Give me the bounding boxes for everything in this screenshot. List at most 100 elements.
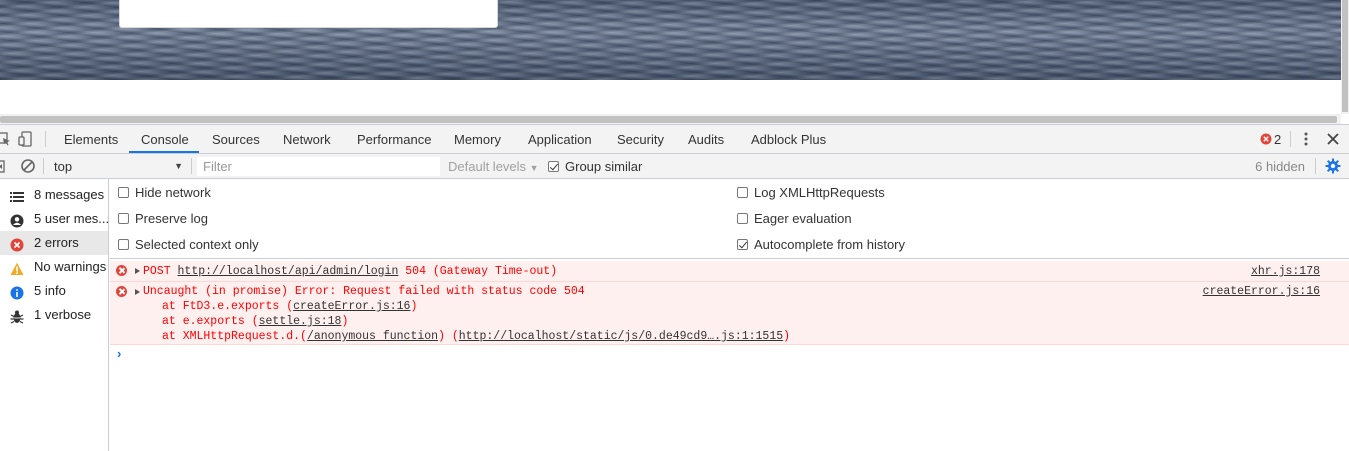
tab-performance[interactable]: Performance <box>357 125 431 154</box>
log-levels-dropdown[interactable]: Default levels ▼ <box>448 154 539 179</box>
console-message-uncaught-error[interactable]: Uncaught (in promise) Error: Request fai… <box>110 282 1349 345</box>
sidebar-item-label: 5 user mes... <box>34 211 108 226</box>
stack-frame: at FtD3.e.exports (createError.js:16) <box>162 299 417 314</box>
sidebar-item-label: 1 verbose <box>34 307 92 322</box>
console-message-xhr-error[interactable]: POST http://localhost/api/admin/login 50… <box>110 261 1349 282</box>
eager-evaluation-label: Eager evaluation <box>754 211 852 226</box>
request-url-link[interactable]: http://localhost/api/admin/login <box>178 265 399 278</box>
sidebar-item-label: 2 errors <box>34 235 79 250</box>
autocomplete-history-checkbox[interactable] <box>737 239 748 251</box>
devtools-tabbar: Elements Console Sources Network Perform… <box>0 125 1349 154</box>
user-icon <box>10 212 24 228</box>
hide-network-label: Hide network <box>135 185 211 200</box>
tab-application[interactable]: Application <box>528 125 592 154</box>
sidebar-item-label: 5 info <box>34 283 66 298</box>
console-sidebar: 8 messages 5 user mes... 2 errors No war… <box>0 179 109 451</box>
group-similar-checkbox[interactable] <box>548 161 559 173</box>
log-xhr-label: Log XMLHttpRequests <box>754 185 885 200</box>
console-toolbar: top ▼ Default levels ▼ Group similar 6 h… <box>0 154 1349 179</box>
sidebar-item-info[interactable]: 5 info <box>0 279 108 303</box>
log-xhr-setting[interactable]: Log XMLHttpRequests <box>737 183 885 203</box>
stack-frame-suffix: ) <box>410 300 418 313</box>
sidebar-item-label: 8 messages <box>34 187 105 202</box>
preserve-log-label: Preserve log <box>135 211 208 226</box>
stack-frame-link[interactable]: createError.js:16 <box>293 300 410 313</box>
chevron-down-icon: ▼ <box>174 161 183 171</box>
hide-network-setting[interactable]: Hide network <box>118 183 211 203</box>
sidebar-item-messages[interactable]: 8 messages <box>0 183 108 207</box>
error-count-icon[interactable] <box>1260 133 1272 145</box>
stack-frame-suffix: ) <box>341 315 349 328</box>
hide-network-checkbox[interactable] <box>118 187 129 199</box>
bug-icon <box>10 308 24 324</box>
tab-elements[interactable]: Elements <box>64 125 118 154</box>
page-viewport <box>0 0 1349 124</box>
source-link[interactable]: xhr.js:178 <box>1251 264 1320 279</box>
tab-adblock-plus[interactable]: Adblock Plus <box>751 125 826 154</box>
sidebar-item-warnings[interactable]: No warnings <box>0 255 108 279</box>
expand-triangle-icon[interactable] <box>135 268 140 274</box>
selected-context-only-checkbox[interactable] <box>118 239 129 251</box>
log-xhr-checkbox[interactable] <box>737 187 748 199</box>
active-tab-indicator <box>129 151 199 153</box>
stack-frame-link[interactable]: http://localhost/static/js/0.de49cd9….js… <box>459 330 783 343</box>
error-icon <box>116 265 127 276</box>
eager-evaluation-checkbox[interactable] <box>737 213 748 225</box>
toolbar-divider <box>191 158 192 174</box>
toggle-sidebar-icon[interactable] <box>0 159 8 175</box>
eager-evaluation-setting[interactable]: Eager evaluation <box>737 209 852 229</box>
selected-context-only-setting[interactable]: Selected context only <box>118 235 259 255</box>
tab-audits[interactable]: Audits <box>688 125 724 154</box>
chevron-down-icon: ▼ <box>529 163 539 173</box>
filter-input[interactable] <box>197 157 440 176</box>
sidebar-item-verbose[interactable]: 1 verbose <box>0 303 108 327</box>
console-prompt-chevron-icon[interactable]: › <box>117 346 121 361</box>
clear-console-icon[interactable] <box>20 158 36 174</box>
page-horizontal-scrollbar-thumb[interactable] <box>0 116 1337 123</box>
preserve-log-setting[interactable]: Preserve log <box>118 209 208 229</box>
stack-frame-mid: ) ( <box>438 330 459 343</box>
toolbar-divider <box>43 158 44 174</box>
autocomplete-history-setting[interactable]: Autocomplete from history <box>737 235 905 255</box>
expand-triangle-icon[interactable] <box>135 289 140 295</box>
list-icon <box>10 188 24 202</box>
more-options-icon[interactable] <box>1298 131 1314 147</box>
close-devtools-icon[interactable] <box>1325 131 1341 147</box>
stack-frame-link[interactable]: /anonymous function <box>307 330 438 343</box>
tabbar-divider <box>1290 131 1291 147</box>
toolbar-divider <box>1315 158 1316 174</box>
group-similar-label: Group similar <box>565 159 643 174</box>
stack-frame: at e.exports (settle.js:18) <box>162 314 348 329</box>
stack-frame-prefix: at XMLHttpRequest.d.( <box>162 330 307 343</box>
tab-security[interactable]: Security <box>617 125 664 154</box>
selected-context-only-label: Selected context only <box>135 237 259 252</box>
info-icon <box>10 284 24 300</box>
source-link[interactable]: createError.js:16 <box>1203 284 1320 299</box>
group-similar-toggle[interactable]: Group similar <box>548 154 642 179</box>
sidebar-item-errors[interactable]: 2 errors <box>0 231 108 255</box>
console-settings-gear-icon[interactable] <box>1325 158 1341 174</box>
tab-network[interactable]: Network <box>283 125 331 154</box>
error-icon <box>10 236 24 252</box>
autocomplete-history-label: Autocomplete from history <box>754 237 906 252</box>
tab-sources[interactable]: Sources <box>212 125 260 154</box>
page-vertical-scrollbar-thumb[interactable] <box>1342 0 1348 112</box>
context-selector[interactable]: top ▼ <box>45 157 189 176</box>
stack-frame-link[interactable]: settle.js:18 <box>259 315 342 328</box>
sidebar-item-label: No warnings <box>34 259 107 274</box>
sidebar-item-user-messages[interactable]: 5 user mes... <box>0 207 108 231</box>
hidden-messages-count: 6 hidden <box>1255 159 1305 174</box>
stack-frame-suffix: ) <box>783 330 791 343</box>
tab-console[interactable]: Console <box>141 125 189 154</box>
console-settings-pane: Hide network Preserve log Selected conte… <box>110 179 1349 259</box>
request-method: POST <box>143 265 171 278</box>
preserve-log-checkbox[interactable] <box>118 213 129 225</box>
inspect-element-icon[interactable] <box>0 131 12 147</box>
tabbar-divider <box>45 131 46 147</box>
response-status: 504 (Gateway Time-out) <box>405 265 558 278</box>
error-count[interactable]: 2 <box>1274 125 1281 154</box>
tab-memory[interactable]: Memory <box>454 125 501 154</box>
warning-icon <box>10 260 24 275</box>
error-icon <box>116 286 127 297</box>
device-toolbar-icon[interactable] <box>18 131 34 147</box>
